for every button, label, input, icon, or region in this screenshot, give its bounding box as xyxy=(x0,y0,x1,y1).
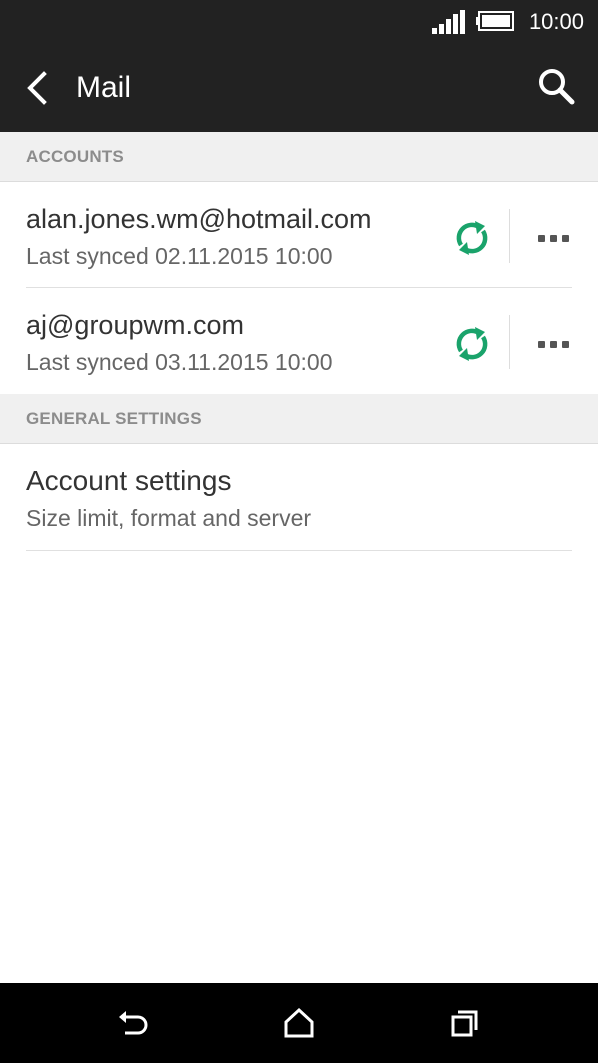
accounts-header-label: ACCOUNTS xyxy=(26,147,124,166)
more-options-icon[interactable] xyxy=(528,324,578,364)
general-settings-header-label: GENERAL SETTINGS xyxy=(26,409,202,428)
list-divider xyxy=(26,550,572,551)
account-settings-subtitle: Size limit, format and server xyxy=(26,505,312,531)
account-email: aj@groupwm.com xyxy=(26,310,244,340)
signal-icon xyxy=(432,10,465,34)
sync-icon[interactable] xyxy=(452,218,492,258)
account-settings-item[interactable]: Account settings Size limit, format and … xyxy=(0,444,598,550)
battery-icon xyxy=(476,11,514,31)
recent-apps-icon[interactable] xyxy=(447,1005,483,1041)
more-options-icon[interactable] xyxy=(528,218,578,258)
row-divider xyxy=(509,209,510,263)
sync-icon[interactable] xyxy=(452,324,492,364)
account-settings-title: Account settings xyxy=(26,465,232,496)
status-bar: 10:00 xyxy=(0,0,598,44)
home-icon[interactable] xyxy=(281,1005,317,1041)
account-row[interactable]: alan.jones.wm@hotmail.com Last synced 02… xyxy=(0,182,598,288)
general-settings-section-header: GENERAL SETTINGS xyxy=(0,394,598,444)
account-last-synced: Last synced 02.11.2015 10:00 xyxy=(26,243,333,269)
account-row[interactable]: aj@groupwm.com Last synced 03.11.2015 10… xyxy=(0,288,598,394)
back-arrow-icon[interactable] xyxy=(20,68,54,108)
back-nav-icon[interactable] xyxy=(115,1005,151,1041)
navigation-bar xyxy=(0,983,598,1063)
account-email: alan.jones.wm@hotmail.com xyxy=(26,204,372,234)
status-time: 10:00 xyxy=(528,9,584,34)
page-title: Mail xyxy=(76,71,132,104)
search-icon[interactable] xyxy=(536,66,576,106)
app-bar: Mail xyxy=(0,44,598,132)
accounts-section-header: ACCOUNTS xyxy=(0,132,598,182)
account-last-synced: Last synced 03.11.2015 10:00 xyxy=(26,349,333,375)
row-divider xyxy=(509,315,510,369)
